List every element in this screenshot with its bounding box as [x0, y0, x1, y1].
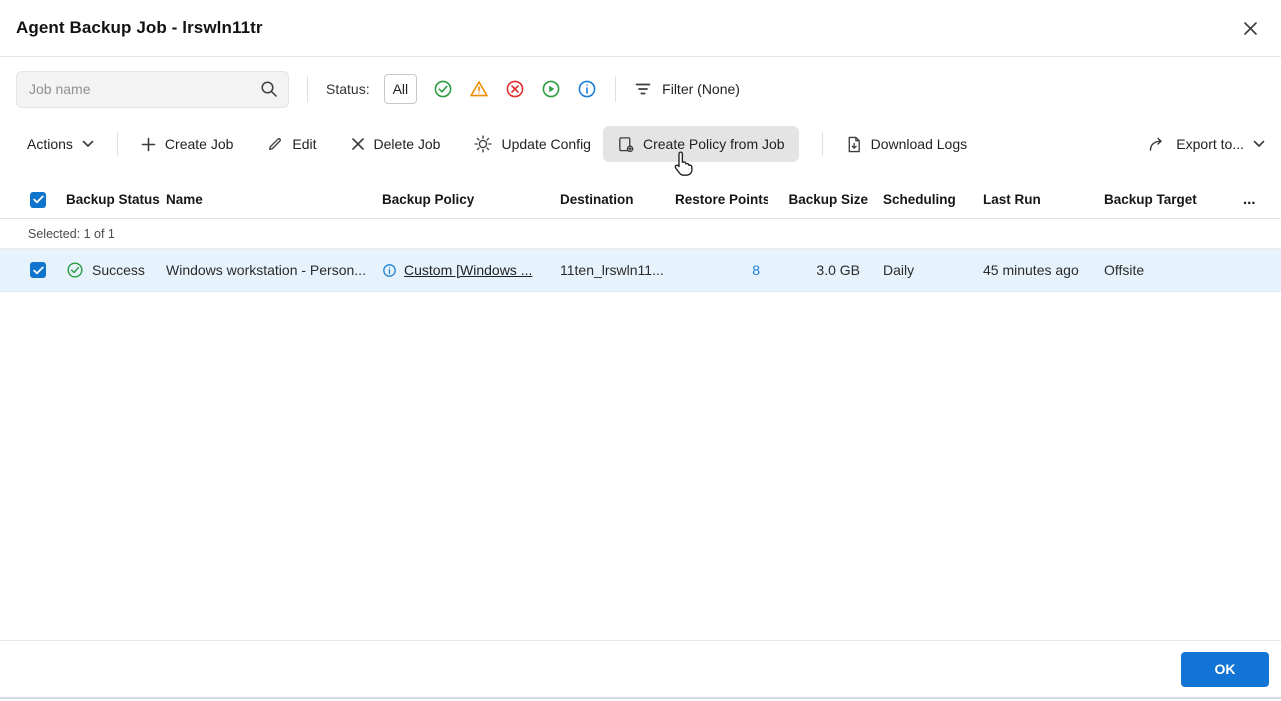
download-logs-label: Download Logs	[870, 136, 968, 152]
create-policy-from-job-label: Create Policy from Job	[642, 136, 785, 152]
policy-document-gear-icon	[617, 136, 634, 153]
table-header-row: Backup Status Name Backup Policy Destina…	[0, 181, 1281, 219]
download-logs-icon	[846, 136, 862, 153]
column-header-last-run[interactable]: Last Run	[983, 192, 1104, 207]
status-info-filter[interactable]	[577, 79, 597, 99]
status-error-filter[interactable]	[505, 79, 525, 99]
page-title: Agent Backup Job - lrswln11tr	[16, 18, 263, 37]
backup-policy-cell: Custom [Windows ...	[382, 262, 560, 278]
status-filter-group: All	[383, 74, 598, 104]
status-running-filter[interactable]	[541, 79, 561, 99]
divider	[615, 76, 617, 102]
search-input[interactable]	[29, 81, 260, 97]
column-header-restore-points[interactable]: Restore Points	[675, 192, 768, 207]
filter-none-button[interactable]: Filter (None)	[634, 80, 740, 98]
status-filter-label: Status:	[326, 81, 370, 97]
create-job-label: Create Job	[164, 136, 234, 152]
status-warning-filter[interactable]	[469, 79, 489, 99]
running-icon	[541, 79, 561, 99]
backup-status-cell: Success	[66, 261, 166, 279]
job-name-cell: Windows workstation - Person...	[166, 262, 366, 278]
select-all-checkbox[interactable]	[30, 191, 46, 208]
export-to-label: Export to...	[1176, 136, 1244, 152]
create-policy-from-job-button[interactable]: Create Policy from Job	[602, 126, 799, 162]
column-header-scheduling[interactable]: Scheduling	[868, 192, 983, 207]
download-logs-button[interactable]: Download Logs	[846, 136, 968, 153]
column-header-destination[interactable]: Destination	[560, 192, 675, 207]
column-options-button[interactable]: ...	[1241, 191, 1281, 208]
x-icon	[351, 137, 365, 151]
restore-points-link[interactable]: 8	[675, 262, 768, 278]
actions-menu-button[interactable]: Actions	[27, 136, 94, 152]
edit-button[interactable]: Edit	[267, 136, 317, 152]
search-icon	[260, 80, 278, 98]
destination-cell: 11ten_lrswln11...	[560, 262, 664, 278]
checkmark-icon	[32, 265, 44, 275]
column-header-name[interactable]: Name	[166, 192, 382, 207]
column-header-backup-status[interactable]: Backup Status	[66, 192, 166, 207]
info-icon	[577, 79, 597, 99]
delete-job-label: Delete Job	[373, 136, 441, 152]
table-row[interactable]: Success Windows workstation - Person... …	[0, 249, 1281, 292]
export-icon	[1148, 137, 1167, 152]
selection-summary: Selected: 1 of 1	[0, 219, 1281, 249]
error-icon	[505, 79, 525, 99]
toolbar: Actions Create Job Edit Delete Job Updat…	[0, 121, 1281, 167]
success-icon	[66, 261, 84, 279]
last-run-cell: 45 minutes ago	[983, 262, 1079, 278]
divider	[821, 132, 823, 156]
row-checkbox[interactable]	[30, 262, 46, 278]
backup-size-cell: 3.0 GB	[816, 262, 860, 278]
info-icon[interactable]	[382, 263, 397, 278]
close-button[interactable]	[1237, 15, 1263, 41]
backup-status-text: Success	[92, 262, 145, 278]
warning-icon	[469, 79, 489, 99]
edit-label: Edit	[292, 136, 317, 152]
filter-icon	[634, 80, 652, 98]
job-search-box	[16, 70, 289, 108]
dialog-bottom-edge	[0, 697, 1281, 699]
filter-none-label: Filter (None)	[662, 81, 740, 97]
status-success-filter[interactable]	[433, 79, 453, 99]
chevron-down-icon	[82, 140, 94, 148]
agent-backup-job-dialog: Agent Backup Job - lrswln11tr Status: Al…	[0, 0, 1281, 699]
selection-summary-text: Selected: 1 of 1	[28, 226, 115, 241]
dialog-footer: OK	[0, 640, 1281, 697]
ok-button[interactable]: OK	[1181, 651, 1269, 687]
update-config-label: Update Config	[501, 136, 591, 152]
actions-label: Actions	[27, 136, 73, 152]
filter-row: Status: All	[0, 57, 1281, 121]
chevron-down-icon	[1253, 140, 1265, 148]
update-config-button[interactable]: Update Config	[474, 135, 591, 153]
create-job-button[interactable]: Create Job	[141, 136, 233, 152]
divider	[307, 76, 308, 102]
backup-policy-link[interactable]: Custom [Windows ...	[404, 262, 532, 278]
column-header-backup-size[interactable]: Backup Size	[768, 192, 868, 207]
plus-icon	[141, 137, 156, 152]
scheduling-cell: Daily	[883, 262, 915, 278]
divider	[116, 132, 118, 156]
backup-target-cell: Offsite	[1104, 262, 1145, 278]
close-icon	[1243, 21, 1258, 36]
export-to-button[interactable]: Export to...	[1148, 136, 1265, 152]
column-header-backup-target[interactable]: Backup Target	[1104, 192, 1241, 207]
gear-icon	[474, 135, 493, 153]
checkmark-icon	[32, 195, 44, 204]
success-icon	[433, 79, 453, 99]
pencil-icon	[267, 136, 283, 152]
table-empty-area	[0, 292, 1281, 640]
status-all-button[interactable]: All	[383, 74, 418, 104]
delete-job-button[interactable]: Delete Job	[351, 136, 441, 152]
column-header-backup-policy[interactable]: Backup Policy	[382, 192, 560, 207]
dialog-header: Agent Backup Job - lrswln11tr	[0, 0, 1281, 57]
